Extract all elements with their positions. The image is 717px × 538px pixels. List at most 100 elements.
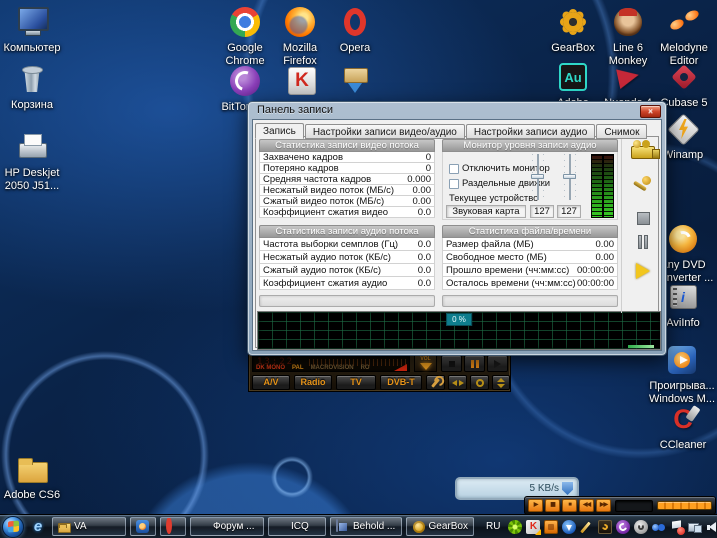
desktop-icon-printer[interactable]: HP Deskjet 2050 J51... xyxy=(0,130,64,193)
tab-snapshot[interactable]: Снимок xyxy=(596,124,647,139)
tv-settings-button[interactable] xyxy=(426,375,445,390)
current-device-label: Текущее устройство xyxy=(449,193,538,204)
taskbar-button-va[interactable]: VA xyxy=(52,517,126,536)
desktop-icon-ccleaner[interactable]: C CCleaner xyxy=(651,402,715,452)
audition-letters: Au xyxy=(564,70,581,85)
stat-value: 0 xyxy=(426,163,431,174)
tab-record[interactable]: Запись xyxy=(255,123,304,139)
player-rewind-button[interactable]: ◀◀ xyxy=(579,499,594,512)
record-audio-button[interactable] xyxy=(627,171,659,199)
tv-vol-label: VOL xyxy=(420,357,430,362)
tab-audio-settings[interactable]: Настройки записи аудио xyxy=(466,124,595,139)
left-volume-slider[interactable] xyxy=(531,154,545,200)
pause-button[interactable] xyxy=(627,230,659,258)
dialog-titlebar[interactable]: Панель записи × xyxy=(248,102,666,119)
monitor-body: Отключить монитор Раздельные движки Теку… xyxy=(442,152,618,220)
desktop-icon-adobe-cs6[interactable]: Adobe CS6 xyxy=(0,452,64,502)
taskbar-button-icq[interactable]: ICQ xyxy=(268,517,326,536)
close-button[interactable]: × xyxy=(640,105,661,118)
desktop-icon-opera[interactable]: Opera xyxy=(327,5,383,55)
stat-value: 0.0 xyxy=(418,207,431,218)
ie-quicklaunch[interactable]: e xyxy=(28,518,48,536)
tv-app-icon xyxy=(336,519,338,532)
net-speed-value: 5 KB/s xyxy=(530,483,559,494)
tv-swap-button[interactable] xyxy=(448,375,467,390)
desktop-icon-recycle-bin[interactable]: Корзина xyxy=(0,62,64,112)
tv-pause-button[interactable] xyxy=(464,355,485,372)
record-video-button[interactable] xyxy=(627,138,659,166)
desktop-icon-line6-monkey[interactable]: Line 6 Monkey xyxy=(600,5,656,68)
network-tray-icon[interactable] xyxy=(688,520,702,534)
progress-graph: 0 % xyxy=(257,311,661,350)
action-center-flag-icon[interactable] xyxy=(670,520,684,534)
desktop-icon-firefox[interactable]: Mozilla Firefox xyxy=(272,5,328,68)
tv-volume-button[interactable]: VOL xyxy=(414,355,437,372)
mini-player: ▶ ▮▮ ■ ◀◀ ▶▶ xyxy=(524,496,716,515)
player-stop-button[interactable]: ■ xyxy=(562,499,577,512)
current-device-field[interactable]: Звуковая карта xyxy=(446,205,526,218)
printer-icon xyxy=(15,130,49,164)
download-manager-tray-icon[interactable] xyxy=(562,520,576,534)
desktop-icon-label: CCleaner xyxy=(651,439,715,452)
volume-wedge-icon xyxy=(394,364,407,371)
tv-stop-button[interactable] xyxy=(441,355,462,372)
desktop-icon-chrome[interactable]: Google Chrome xyxy=(217,5,273,68)
group-header: Монитор уровня записи аудио xyxy=(442,139,618,152)
computer-icon xyxy=(15,5,49,39)
taskbar-button-opera[interactable] xyxy=(160,517,186,536)
graph-marker xyxy=(628,345,654,348)
right-volume-slider[interactable] xyxy=(563,154,577,200)
desktop: Компьютер Корзина HP Deskjet 2050 J51...… xyxy=(0,0,717,538)
pen-tray-icon[interactable] xyxy=(580,520,594,534)
slider-thumb[interactable] xyxy=(531,174,544,179)
tv-radio-button[interactable]: Radio xyxy=(294,375,332,390)
wrench-icon xyxy=(431,378,440,388)
player-play-button[interactable]: ▶ xyxy=(528,499,543,512)
download-icon xyxy=(338,64,372,98)
slider-thumb[interactable] xyxy=(563,174,576,179)
language-indicator[interactable]: RU xyxy=(482,521,504,532)
desktop-icon-label: Компьютер xyxy=(0,42,64,55)
stat-label: Потеряно кадров xyxy=(263,163,339,174)
grey-app-tray-icon[interactable] xyxy=(634,520,648,534)
play-button[interactable] xyxy=(627,257,659,285)
player-volume-bar[interactable] xyxy=(657,501,712,510)
tv-dvbt-button[interactable]: DVB-T xyxy=(380,375,422,390)
tv-tv-button[interactable]: TV xyxy=(336,375,376,390)
play-icon xyxy=(494,360,501,368)
stat-value: 0.0 xyxy=(418,278,431,289)
media-player-icon xyxy=(668,346,696,374)
stat-label: Несжатый аудио поток (КБ/с) xyxy=(263,252,391,263)
tab-video-audio-settings[interactable]: Настройки записи видео/аудио xyxy=(305,124,465,139)
taskbar-button-wmp[interactable] xyxy=(130,517,156,536)
binoculars-tray-icon[interactable] xyxy=(652,520,666,534)
dialog-client: ЗаписьНастройки записи видео/аудиоНастро… xyxy=(252,119,662,351)
desktop-icon-gearbox[interactable]: GearBox xyxy=(545,5,601,55)
player-forward-button[interactable]: ▶▶ xyxy=(596,499,611,512)
orange-app-tray-icon[interactable] xyxy=(544,520,558,534)
stat-row: Прошло времени (чч:мм:сс)00:00:00 xyxy=(442,264,618,277)
taskbar-button-behold[interactable]: Behold ... xyxy=(330,517,402,536)
kaspersky-tray-icon[interactable]: K xyxy=(526,520,540,534)
firefox-icon xyxy=(285,7,315,37)
taskbar-button-gearbox[interactable]: GearBox xyxy=(406,517,474,536)
tv-av-button[interactable]: A/V xyxy=(252,375,290,390)
behold-tv-panel: 13:22 DK MONO PAL MACROVISION RO VOL A/V… xyxy=(248,352,511,392)
tv-macrovision-label: MACROVISION xyxy=(311,365,354,371)
bittorrent-tray-icon[interactable] xyxy=(616,520,630,534)
start-button[interactable] xyxy=(2,516,24,538)
tv-play-button[interactable] xyxy=(487,355,508,372)
camera-icon xyxy=(631,146,655,159)
gearbox-tray-icon[interactable] xyxy=(598,520,612,534)
ie-icon: e xyxy=(34,518,42,535)
taskbar-button-forum[interactable]: Форум ... xyxy=(190,517,264,536)
tv-timer-button[interactable] xyxy=(470,375,489,390)
player-pause-button[interactable]: ▮▮ xyxy=(545,499,560,512)
desktop-icon-melodyne[interactable]: Melodyne Editor xyxy=(652,5,716,68)
stop-button[interactable] xyxy=(627,204,659,232)
tv-osd-labels: DK MONO PAL MACROVISION RO xyxy=(256,364,407,371)
icq-tray-icon[interactable] xyxy=(508,520,522,534)
speaker-tray-icon[interactable] xyxy=(706,520,717,534)
tv-channel-button[interactable] xyxy=(492,375,510,390)
desktop-icon-computer[interactable]: Компьютер xyxy=(0,5,64,55)
